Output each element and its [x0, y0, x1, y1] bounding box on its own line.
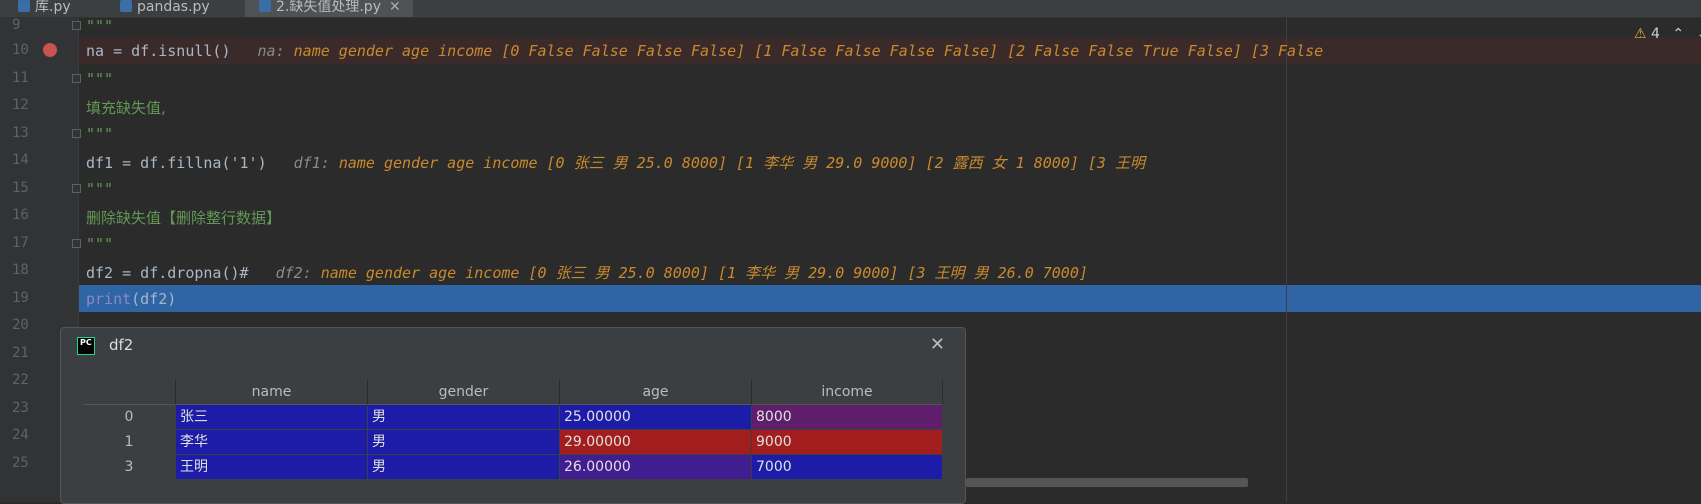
warning-count: 4 [1651, 26, 1660, 42]
row-index[interactable]: 0 [83, 405, 176, 430]
fold-icon[interactable] [72, 239, 81, 248]
cell-gender[interactable]: 男 [368, 430, 560, 455]
inline-debug-value: na: name gender age income [0 False Fals… [258, 42, 1324, 60]
inline-var-value: name gender age income [0 张三 男 25.0 8000… [320, 264, 1088, 282]
row-index[interactable]: 3 [83, 455, 176, 480]
dataframe-viewer-popup: PC df2 ✕ name gender age income 0 张三 男 2… [60, 327, 966, 504]
index-header[interactable] [83, 380, 176, 405]
column-header-gender[interactable]: gender [368, 380, 560, 405]
column-header-age[interactable]: age [560, 380, 752, 405]
warning-icon: ⚠ [1634, 26, 1647, 42]
line-number: 19 [12, 290, 29, 306]
line-number: 25 [12, 455, 29, 471]
editor-tab-bar: 库.py pandas.py 2.缺失值处理.py ✕ [0, 0, 1701, 18]
inline-debug-value: df1: name gender age income [0 张三 男 25.0… [294, 154, 1145, 172]
tab-pandas[interactable]: pandas.py [120, 0, 210, 17]
horizontal-scrollbar[interactable] [966, 478, 1248, 487]
builtin-print: print [86, 290, 132, 308]
fold-icon[interactable] [72, 74, 81, 83]
line-number: 10 [12, 42, 29, 58]
cell-age[interactable]: 29.00000 [560, 430, 752, 455]
python-file-icon [120, 0, 132, 12]
inline-var-label: df1: [293, 154, 330, 172]
tab-label: 库.py [35, 0, 71, 15]
column-header-name[interactable]: name [176, 380, 368, 405]
line-number: 13 [12, 125, 29, 141]
breakpoint-icon[interactable] [43, 43, 57, 57]
tab-label: 2.缺失值处理.py [276, 0, 381, 15]
fold-icon[interactable] [72, 184, 81, 193]
cell-age[interactable]: 25.00000 [560, 405, 752, 430]
line-number: 24 [12, 427, 29, 443]
code-line-18[interactable]: df2 = df.dropna()# df2: name gender age … [86, 262, 1088, 283]
tab-ku[interactable]: 库.py [18, 0, 71, 17]
line-number: 9 [12, 17, 21, 33]
line-number: 17 [12, 235, 29, 251]
cell-name[interactable]: 张三 [176, 405, 368, 430]
right-margin-guide [1286, 17, 1287, 502]
fold-icon[interactable] [72, 129, 81, 138]
code-line-17[interactable]: """ [86, 235, 113, 253]
code-line-15[interactable]: """ [86, 180, 113, 198]
code-line-14[interactable]: df1 = df.fillna('1') df1: name gender ag… [86, 152, 1145, 173]
fold-icon[interactable] [72, 21, 81, 30]
line-number: 16 [12, 207, 29, 223]
line-number: 14 [12, 152, 29, 168]
inline-var-value: name gender age income [0 False False Fa… [293, 42, 1324, 60]
line-number: 20 [12, 317, 29, 333]
code-line-13[interactable]: """ [86, 125, 113, 143]
tab-label: pandas.py [137, 0, 210, 15]
python-file-icon [18, 0, 30, 12]
code-line-9[interactable]: """ [86, 17, 113, 35]
python-file-icon [259, 0, 271, 12]
column-header-income[interactable]: income [752, 380, 943, 405]
cell-income[interactable]: 8000 [752, 405, 943, 430]
inline-var-value: name gender age income [0 张三 男 25.0 8000… [338, 154, 1145, 172]
cell-name[interactable]: 王明 [176, 455, 368, 480]
line-number: 21 [12, 345, 29, 361]
cell-age[interactable]: 26.00000 [560, 455, 752, 480]
line-number: 18 [12, 262, 29, 278]
inline-var-label: na: [257, 42, 285, 60]
popup-title: df2 [109, 336, 134, 354]
cell-gender[interactable]: 男 [368, 455, 560, 480]
warnings-indicator[interactable]: ⚠ 4 ⌃ ⌄ [1634, 26, 1701, 42]
line-number: 22 [12, 372, 29, 388]
cell-income[interactable]: 7000 [752, 455, 943, 480]
close-icon[interactable]: ✕ [930, 334, 945, 355]
line-number: 12 [12, 97, 29, 113]
cell-name[interactable]: 李华 [176, 430, 368, 455]
code-line-19[interactable]: print(df2) [86, 290, 176, 308]
code-text: (df2) [131, 290, 177, 308]
code-text: df2 = df.dropna()# [86, 264, 249, 282]
current-line-highlight [79, 285, 1701, 312]
cell-gender[interactable]: 男 [368, 405, 560, 430]
pycharm-icon: PC [77, 337, 95, 355]
code-line-11[interactable]: """ [86, 70, 113, 88]
line-number: 23 [12, 400, 29, 416]
code-text: df1 = df.fillna('1') [86, 154, 267, 172]
chevron-down-icon[interactable]: ⌄ [1697, 26, 1701, 42]
code-text: na = df.isnull() [86, 42, 231, 60]
chevron-up-icon[interactable]: ⌃ [1672, 26, 1684, 42]
inline-debug-value: df2: name gender age income [0 张三 男 25.0… [276, 264, 1088, 282]
code-line-10[interactable]: na = df.isnull() na: name gender age inc… [86, 42, 1323, 60]
line-number: 11 [12, 70, 29, 86]
cell-income[interactable]: 9000 [752, 430, 943, 455]
close-icon[interactable]: ✕ [389, 0, 401, 15]
line-number: 15 [12, 180, 29, 196]
code-line-12[interactable]: 填充缺失值, [86, 97, 166, 118]
code-line-16[interactable]: 删除缺失值【删除整行数据】 [86, 207, 281, 228]
row-index[interactable]: 1 [83, 430, 176, 455]
tab-missing-values[interactable]: 2.缺失值处理.py ✕ [245, 0, 413, 17]
inline-var-label: df2: [275, 264, 312, 282]
